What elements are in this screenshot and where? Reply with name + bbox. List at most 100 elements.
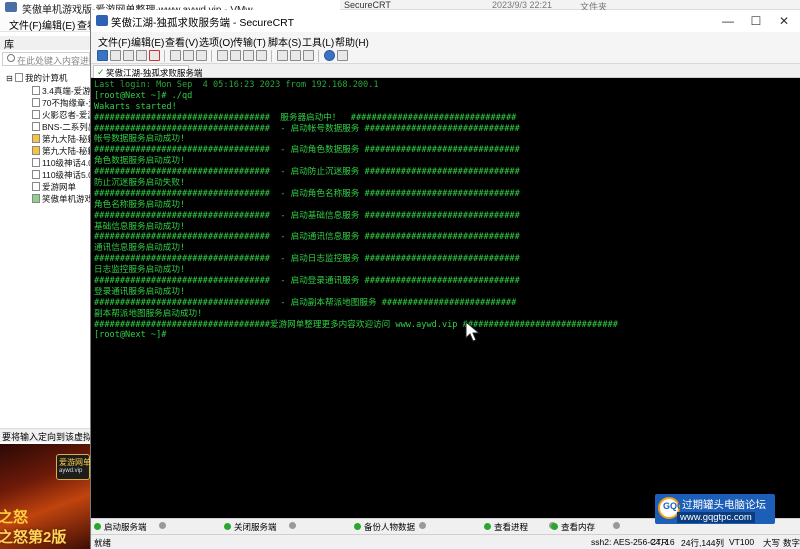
vmware-status-text: 要将输入定向到该虚拟机, <box>2 432 104 442</box>
library-title: 库 <box>0 36 92 51</box>
sftp-icon[interactable] <box>277 50 288 61</box>
session-tabbar: ✓ 笑傲江湖-独孤求败服务端 <box>91 64 800 78</box>
ad-text-1: 之怒 <box>0 509 29 526</box>
terminal-line: 防止沉迷服务启动失败! <box>94 178 186 189</box>
terminal-line: ################################## - 启动登… <box>94 276 520 287</box>
tree-item[interactable]: 笑傲单机游戏 <box>32 193 91 205</box>
green-dot-icon <box>354 523 361 530</box>
vm-icon <box>32 86 40 95</box>
global-options-icon[interactable] <box>256 50 267 61</box>
vmware-menu-file[interactable]: 文件(F) <box>9 17 42 32</box>
menu-file[interactable]: 文件(F) <box>98 34 131 49</box>
tree-item[interactable]: 爱游网单 <box>32 181 76 193</box>
gray-dot-icon <box>613 522 620 529</box>
menu-view[interactable]: 查看(V) <box>165 34 198 49</box>
green-dot-icon <box>551 523 558 530</box>
vm-icon <box>32 110 40 119</box>
status-size: 24行,144列 <box>681 538 724 548</box>
empty-button[interactable] <box>613 521 623 533</box>
tree-root-my-computer[interactable]: ⊟ 我的计算机 <box>6 72 67 84</box>
reconnect-icon[interactable] <box>136 50 147 61</box>
menu-transfer[interactable]: 传输(T) <box>233 34 266 49</box>
toolbar-separator <box>211 50 212 62</box>
game-ad-banner[interactable]: 爱游网单 aywd.vip 之怒 之怒第2版 <box>0 444 92 549</box>
lightbulb-icon[interactable] <box>303 50 314 61</box>
help-icon[interactable] <box>324 50 335 61</box>
explorer-item-date: 2023/9/3 22:21 <box>492 0 553 10</box>
watermark-url: www.gqgtpc.com <box>677 512 755 523</box>
terminal-line: 基础信息服务启动成功! <box>94 221 186 232</box>
menu-script[interactable]: 脚本(S) <box>268 34 301 49</box>
securecrt-statusbar: 就绪 ssh2: AES-256-CTR 24, 16 24行,144列 VT1… <box>91 534 800 549</box>
disconnect-icon[interactable] <box>149 50 160 61</box>
stop-server-button[interactable]: 关闭服务端 <box>224 521 277 533</box>
empty-button[interactable] <box>159 521 169 533</box>
vmware-statusbar: 要将输入定向到该虚拟机, <box>0 428 104 442</box>
terminal-line: 登录通讯服务启动成功! <box>94 286 186 297</box>
backup-data-button[interactable]: 备份人物数据 <box>354 521 415 533</box>
session-tab[interactable]: ✓ 笑傲江湖-独孤求败服务端 <box>93 65 202 78</box>
empty-button[interactable] <box>289 521 299 533</box>
terminal-line: 角色名称服务启动成功! <box>94 199 186 210</box>
menu-tools[interactable]: 工具(L) <box>302 34 334 49</box>
tree-item[interactable]: 110级神话5.0 <box>32 169 91 181</box>
tree-item[interactable]: BNS-二系列出 <box>32 121 91 133</box>
connected-check-icon: ✓ <box>97 67 105 77</box>
terminal-output[interactable]: Last login: Mon Sep 4 05:16:23 2023 from… <box>91 78 800 518</box>
copy-icon[interactable] <box>170 50 181 61</box>
view-memory-button[interactable]: 查看内存 <box>551 521 595 533</box>
connect-icon[interactable] <box>97 50 108 61</box>
minimize-button[interactable]: — <box>715 12 741 30</box>
toolbar-separator <box>271 50 272 62</box>
about-icon[interactable] <box>337 50 348 61</box>
tree-item[interactable]: 火影忍者-爱游 <box>32 109 91 121</box>
close-button[interactable]: ✕ <box>771 12 797 30</box>
quick-connect-icon[interactable] <box>110 50 121 61</box>
vm-icon <box>32 122 40 131</box>
terminal-line: 日志监控服务启动成功! <box>94 265 186 276</box>
terminal-prompt: [root@Next ~]# <box>94 330 172 341</box>
gray-dot-icon <box>159 522 166 529</box>
terminal-line: ################################## - 启动防… <box>94 167 520 178</box>
terminal-line: ################################## - 启动日… <box>94 254 520 265</box>
empty-button[interactable] <box>419 521 429 533</box>
menu-edit[interactable]: 编辑(E) <box>131 34 164 49</box>
print-icon[interactable] <box>217 50 228 61</box>
vmware-menu-edit[interactable]: 编辑(E) <box>42 17 75 32</box>
start-server-button[interactable]: 启动服务端 <box>94 521 147 533</box>
status-num: 数字 <box>783 538 800 548</box>
computer-icon <box>14 73 23 82</box>
print-setup-icon[interactable] <box>230 50 241 61</box>
toolbar-separator <box>164 50 165 62</box>
view-process-button[interactable]: 查看进程 <box>484 521 528 533</box>
vm-icon <box>32 182 40 191</box>
session-options-icon[interactable] <box>243 50 254 61</box>
terminal-line: ################################## 服务器启动… <box>94 112 517 123</box>
library-search-input[interactable]: 在此处键入内容进行搜 <box>2 52 107 66</box>
green-dot-icon <box>484 523 491 530</box>
terminal-line: ################################## - 启动角… <box>94 188 520 199</box>
tree-item[interactable]: 70不掏缘章-爱 <box>32 97 91 109</box>
vm-icon <box>32 170 40 179</box>
paste-icon[interactable] <box>183 50 194 61</box>
mouse-cursor-icon <box>465 321 481 342</box>
keymap-icon[interactable] <box>290 50 301 61</box>
status-caps: 大写 <box>763 538 781 548</box>
status-terminal: VT100 <box>729 537 755 547</box>
vm-icon <box>32 98 40 107</box>
terminal-line: [root@Next ~]# ./qd <box>94 90 193 101</box>
tree-item[interactable]: 第九大陆-秘籍 <box>32 133 91 145</box>
terminal-line: 帐号数据服务启动成功! <box>94 134 186 145</box>
connect-tab-icon[interactable] <box>123 50 134 61</box>
terminal-line: 角色数据服务启动成功! <box>94 156 186 167</box>
maximize-button[interactable]: ☐ <box>743 12 769 30</box>
tree-item[interactable]: 3.4真端-爱游 <box>32 85 91 97</box>
menu-help[interactable]: 帮助(H) <box>335 34 369 49</box>
terminal-line: 副本帮派地图服务启动成功! <box>94 308 203 319</box>
terminal-line: ################################## - 启动角… <box>94 145 520 156</box>
menu-options[interactable]: 选项(O) <box>199 34 233 49</box>
securecrt-app-icon <box>96 15 108 26</box>
tree-item[interactable]: 第九大陆-秘籍 <box>32 145 91 157</box>
find-icon[interactable] <box>196 50 207 61</box>
tree-item[interactable]: 110级神话4.0 <box>32 157 91 169</box>
